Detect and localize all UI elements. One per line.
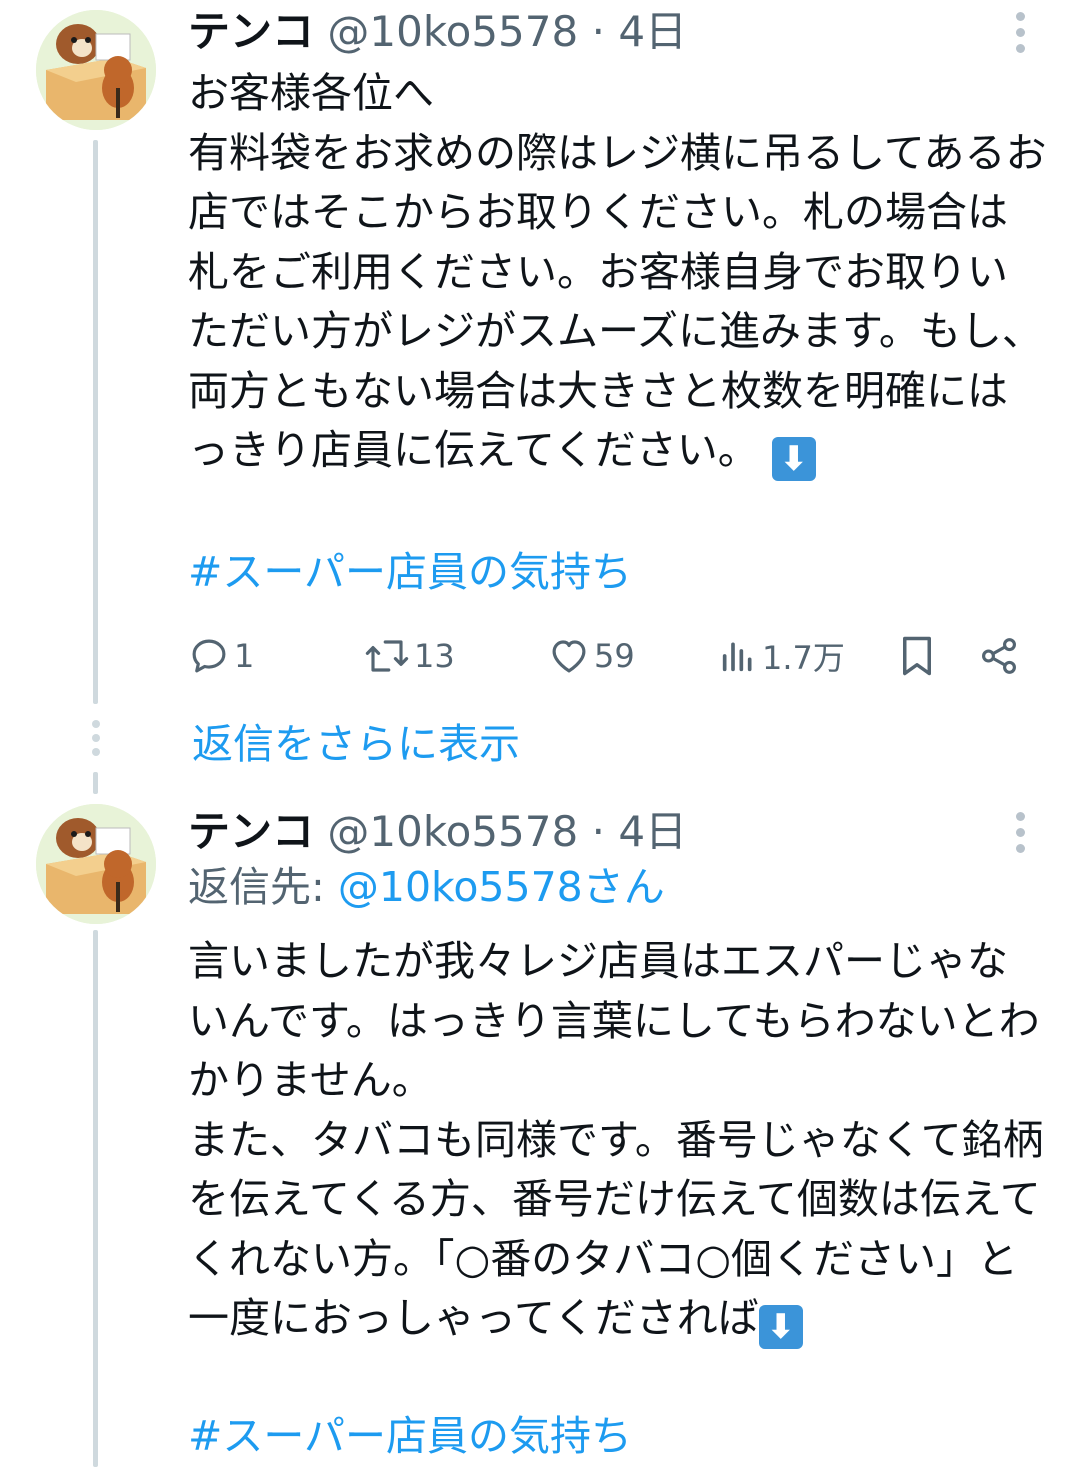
separator: · [591,7,605,56]
reply-to-label: 返信先: [188,863,325,911]
reply-to-user-link[interactable]: @10ko5578さん [338,863,665,911]
reply-icon [192,639,226,673]
retweet-icon [365,640,409,672]
bookmark-icon [903,636,931,676]
thread-line [93,140,98,704]
more-icon[interactable] [1010,812,1030,858]
views-button[interactable]: 1.7万 [718,628,845,684]
separator: · [591,807,605,856]
thread-line [93,930,98,1467]
retweet-count: 13 [414,637,455,675]
share-icon [982,638,1016,674]
hashtag-link[interactable]: #スーパー店員の気持ち [188,543,632,602]
avatar-image [36,10,156,130]
timestamp[interactable]: 4日 [618,7,687,56]
thread-dots [91,720,101,762]
thread-line [93,772,98,794]
like-button[interactable]: 59 [548,628,635,684]
tweet-actions: 1 13 59 1.7万 [188,628,1048,684]
reply-count: 1 [234,637,255,675]
arrow-down-emoji: ⬇ [758,1305,803,1349]
timestamp[interactable]: 4日 [618,807,687,856]
tweet-text: 言いましたが我々レジ店員はエスパーじゃないんです。はっきり言葉にしてもらわないと… [188,932,1048,1349]
tweet-header: テンコ @10ko5578 · 4日 [188,806,687,858]
tweet-header: テンコ @10ko5578 · 4日 [188,6,687,58]
views-icon [722,642,752,672]
hashtag-link[interactable]: #スーパー店員の気持ち [188,1407,632,1466]
show-more-replies-link[interactable]: 返信をさらに表示 [192,716,520,772]
tweet-body: お客様各位へ 有料袋をお求めの際はレジ横に吊るしてあるお店ではそこからお取りくだ… [188,69,1047,474]
share-button[interactable] [978,628,1020,684]
arrow-down-emoji: ⬇ [771,437,816,481]
like-count: 59 [594,637,635,675]
display-name[interactable]: テンコ [188,7,314,56]
tweet-text: お客様各位へ 有料袋をお求めの際はレジ横に吊るしてあるお店ではそこからお取りくだ… [188,64,1048,481]
avatar-image [36,804,156,924]
bookmark-button[interactable] [896,628,938,684]
like-icon [552,640,586,673]
user-handle[interactable]: @10ko5578 [327,807,578,856]
display-name[interactable]: テンコ [188,807,314,856]
avatar[interactable] [36,10,156,130]
user-handle[interactable]: @10ko5578 [327,7,578,56]
more-icon[interactable] [1010,12,1030,58]
reply-button[interactable]: 1 [188,628,254,684]
retweet-button[interactable]: 13 [364,628,455,684]
reply-to-line: 返信先: @10ko5578さん [188,858,665,917]
views-count: 1.7万 [762,639,845,677]
tweet-body: 言いましたが我々レジ店員はエスパーじゃないんです。はっきり言葉にしてもらわないと… [188,937,1044,1342]
avatar[interactable] [36,804,156,924]
